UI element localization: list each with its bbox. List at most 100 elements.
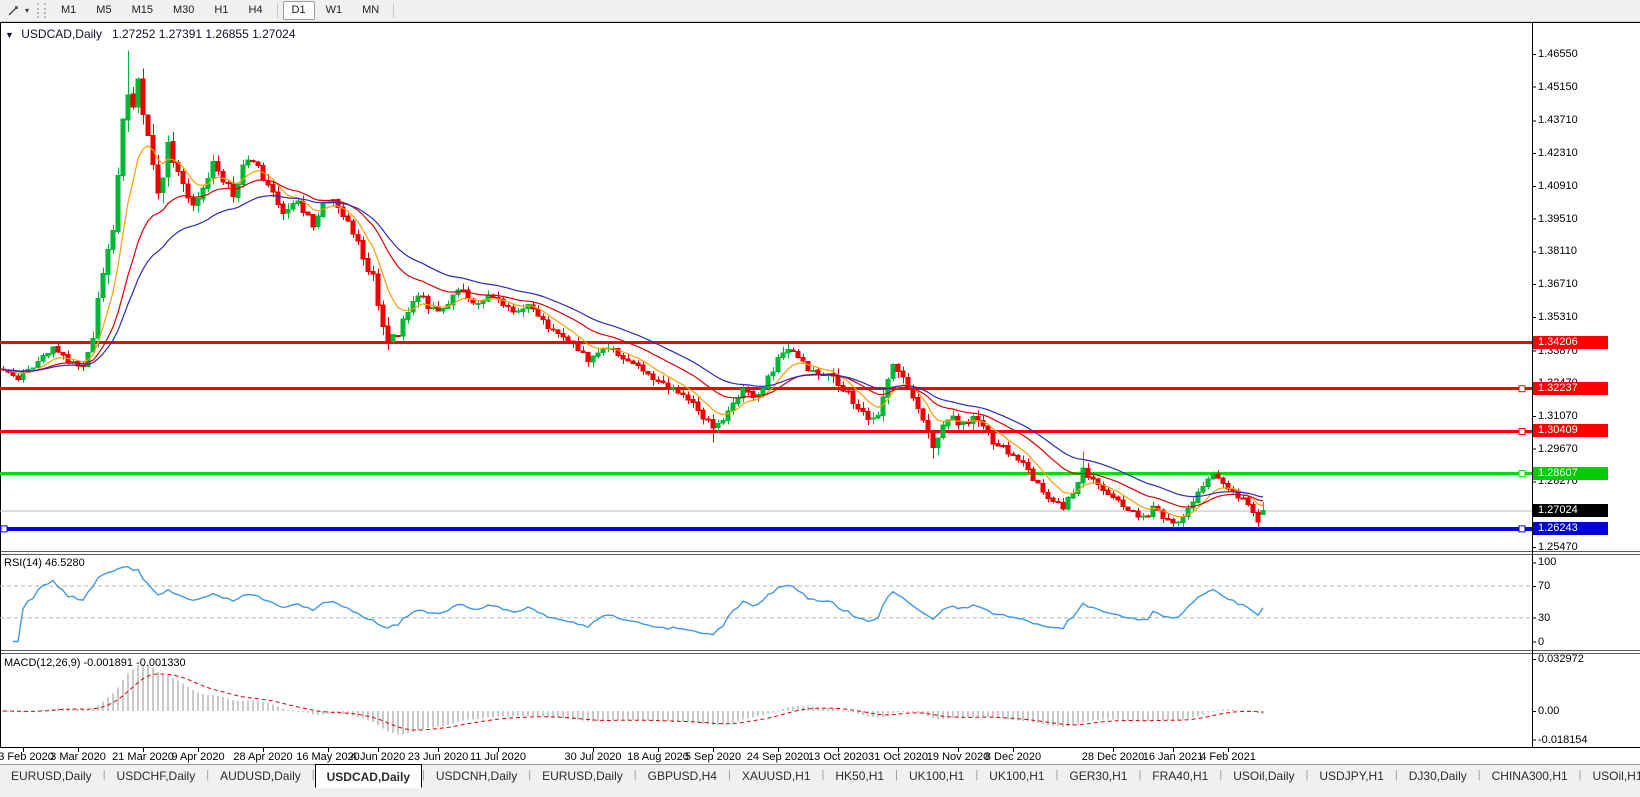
chart-tab-fra40-h1[interactable]: FRA40,H1 <box>1141 765 1219 786</box>
crosshair-tool-icon[interactable] <box>4 2 22 19</box>
price-axis-tick: 1.40910 <box>1538 180 1578 192</box>
date-axis-label: 23 Jun 2020 <box>408 751 469 763</box>
timeframe-button-m1[interactable]: M1 <box>52 1 85 20</box>
tool-dropdown-caret-icon[interactable]: ▾ <box>22 6 32 15</box>
macd-histogram-bar <box>1132 711 1134 721</box>
macd-histogram-bar <box>1167 711 1169 720</box>
candle <box>901 371 905 377</box>
timeframe-button-m5[interactable]: M5 <box>87 1 120 20</box>
candle <box>156 165 160 193</box>
chart-tab-china300-h1[interactable]: CHINA300,H1 <box>1481 765 1579 786</box>
macd-histogram-bar <box>707 711 709 724</box>
candle <box>1116 497 1120 500</box>
price-chart-canvas[interactable] <box>0 0 1640 796</box>
candle <box>631 361 635 363</box>
candle <box>436 307 440 311</box>
macd-histogram-bar <box>252 701 254 712</box>
chart-tab-usoil-h1[interactable]: USOil,H1 <box>1582 765 1640 786</box>
macd-histogram-bar <box>812 707 814 711</box>
candle <box>601 349 605 353</box>
macd-histogram-bar <box>687 711 689 722</box>
macd-histogram-bar <box>502 711 504 717</box>
chart-tab-usdcnh-daily[interactable]: USDCNH,Daily <box>425 765 528 786</box>
macd-histogram-bar <box>42 710 44 711</box>
timeframe-button-h1[interactable]: H1 <box>205 1 237 20</box>
macd-histogram-bar <box>762 711 764 716</box>
timeframe-button-h4[interactable]: H4 <box>239 1 271 20</box>
timeframe-button-m15[interactable]: M15 <box>123 1 162 20</box>
macd-histogram-bar <box>412 711 414 732</box>
macd-histogram-bar <box>512 711 514 717</box>
macd-histogram-bar <box>562 711 564 719</box>
macd-histogram-bar <box>1077 711 1079 724</box>
date-axis-label: 5 Sep 2020 <box>685 751 741 763</box>
macd-histogram-bar <box>167 676 169 711</box>
price-axis-tick: 1.42310 <box>1538 147 1578 159</box>
timeframe-button-d1[interactable]: D1 <box>283 1 315 20</box>
macd-histogram-bar <box>1102 711 1104 720</box>
candle <box>1111 494 1115 497</box>
chart-tab-eurusd-daily[interactable]: EURUSD,Daily <box>0 765 103 786</box>
candle <box>1151 506 1155 516</box>
candle <box>1011 454 1015 455</box>
toolbar-grip[interactable] <box>37 3 46 18</box>
price-axis-tick: 1.38110 <box>1538 245 1577 257</box>
candle <box>676 387 680 393</box>
date-axis-label: 3 Mar 2020 <box>50 751 106 763</box>
chart-tab-dj30-daily[interactable]: DJ30,Daily <box>1398 765 1478 786</box>
chart-tab-audusd-daily[interactable]: AUDUSD,Daily <box>209 765 312 786</box>
timeframe-button-m30[interactable]: M30 <box>164 1 203 20</box>
candle <box>1221 478 1225 484</box>
chart-tab-eurusd-daily[interactable]: EURUSD,Daily <box>531 765 634 786</box>
macd-histogram-bar <box>897 711 899 712</box>
candle <box>1071 494 1075 498</box>
candle <box>406 313 410 320</box>
candle <box>651 374 655 380</box>
candle <box>591 356 595 362</box>
macd-histogram-bar <box>207 695 209 711</box>
candle <box>1146 516 1150 517</box>
chart-tab-usdjpy-h1[interactable]: USDJPY,H1 <box>1308 765 1394 786</box>
candle <box>916 397 920 408</box>
hline-handle-icon[interactable] <box>1519 526 1525 532</box>
chart-tab-ger30-h1[interactable]: GER30,H1 <box>1058 765 1138 786</box>
macd-histogram-bar <box>702 711 704 724</box>
candle <box>441 309 445 312</box>
macd-histogram-bar <box>297 711 299 712</box>
timeframe-button-mn[interactable]: MN <box>353 1 388 20</box>
macd-histogram-bar <box>1187 711 1189 719</box>
macd-histogram-bar <box>537 711 539 716</box>
candle <box>761 388 765 394</box>
price-axis-tick: 1.29670 <box>1538 443 1578 455</box>
candle <box>1136 511 1140 517</box>
timeframe-button-w1[interactable]: W1 <box>317 1 352 20</box>
candle <box>1246 498 1250 504</box>
chart-tab-uk100-h1[interactable]: UK100,H1 <box>898 765 975 786</box>
hline-handle-icon[interactable] <box>1519 471 1525 477</box>
rsi-axis-tick: 100 <box>1538 556 1556 568</box>
macd-histogram-bar <box>402 711 404 734</box>
candle <box>1121 500 1125 507</box>
hline-handle-icon[interactable] <box>1519 428 1525 434</box>
candle <box>1166 518 1170 520</box>
date-axis-label: 28 Dec 2020 <box>1082 751 1144 763</box>
chart-tab-usoil-daily[interactable]: USOil,Daily <box>1222 765 1305 786</box>
chart-tab-hk50-h1[interactable]: HK50,H1 <box>824 765 895 786</box>
chart-tab-gbpusd-h4[interactable]: GBPUSD,H4 <box>637 765 728 786</box>
chart-tab-usdchf-daily[interactable]: USDCHF,Daily <box>106 765 207 786</box>
chart-title-symbol: USDCAD,Daily <box>21 27 102 41</box>
macd-histogram-bar <box>842 711 844 712</box>
hline-handle-icon[interactable] <box>1 526 7 532</box>
toolbar-separator <box>393 3 394 18</box>
macd-histogram-bar <box>832 709 834 711</box>
macd-histogram-bar <box>542 711 544 716</box>
macd-histogram-bar <box>1227 710 1229 712</box>
candle <box>36 361 40 367</box>
macd-histogram-bar <box>637 711 639 720</box>
chart-tab-xauusd-h1[interactable]: XAUUSD,H1 <box>731 765 822 786</box>
macd-histogram-bar <box>727 711 729 724</box>
hline-handle-icon[interactable] <box>1519 386 1525 392</box>
chart-tab-usdcad-daily[interactable]: USDCAD,Daily <box>315 764 422 788</box>
chart-tab-uk100-h1[interactable]: UK100,H1 <box>978 765 1055 786</box>
macd-histogram-bar <box>82 709 84 711</box>
